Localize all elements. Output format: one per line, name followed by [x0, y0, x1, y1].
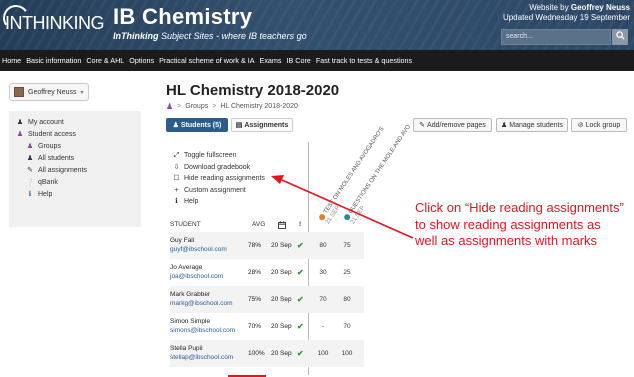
app-window: { "header": { "logo_text": "INTHINKING",…: [0, 0, 634, 377]
annotation-callout: Click on “Hide reading assignments” to s…: [415, 200, 624, 248]
arrow-line: [281, 179, 414, 239]
annotation-arrow: [228, 175, 414, 377]
arrow-head: [271, 175, 284, 184]
